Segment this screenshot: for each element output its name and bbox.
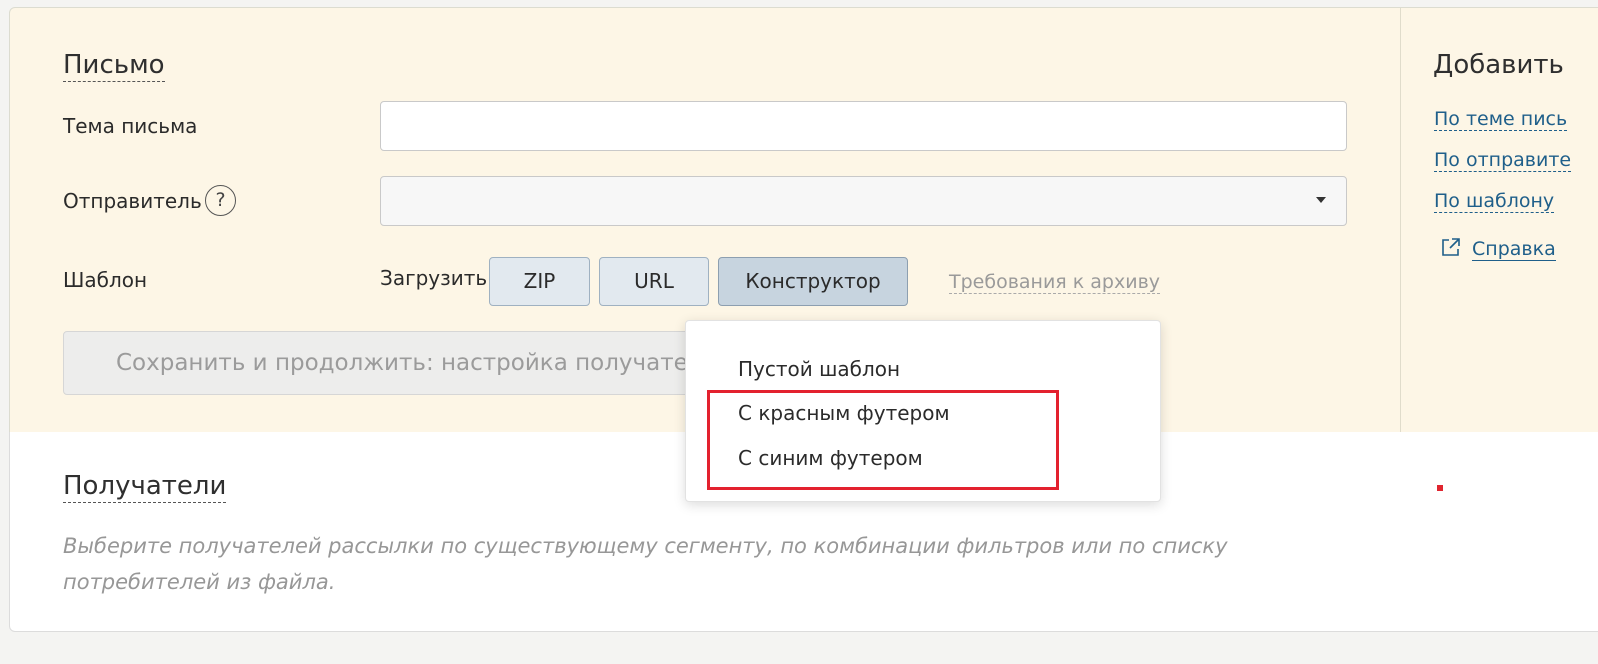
menu-item-empty-template[interactable]: Пустой шаблон [738, 357, 900, 381]
sender-label: Отправитель [63, 189, 202, 213]
letter-section-title[interactable]: Письмо [63, 50, 165, 82]
save-continue-button[interactable]: Сохранить и продолжить: настройка получа… [63, 331, 703, 395]
add-by-sender-link[interactable]: По отправите [1434, 149, 1572, 172]
subject-input[interactable] [380, 101, 1347, 151]
sender-select[interactable] [380, 176, 1347, 226]
panel-divider [1400, 8, 1401, 432]
red-marker [1437, 485, 1443, 491]
highlight-box [707, 390, 1059, 490]
help-link[interactable]: Справка [1440, 236, 1556, 261]
external-link-icon [1442, 238, 1460, 256]
url-button[interactable]: URL [599, 257, 709, 306]
recipients-description: Выберите получателей рассылки по существ… [63, 534, 1228, 594]
page: Письмо Тема письма Отправитель ? Шаблон … [0, 0, 1598, 664]
add-by-subject-link[interactable]: По теме пись [1434, 108, 1568, 131]
recipients-section-title[interactable]: Получатели [63, 471, 227, 503]
archive-requirements-link[interactable]: Требования к архиву [949, 271, 1161, 294]
add-by-template-link[interactable]: По шаблону [1434, 190, 1555, 213]
chevron-down-icon [1316, 197, 1326, 203]
subject-label: Тема письма [63, 114, 198, 138]
add-panel-title: Добавить [1433, 50, 1564, 80]
template-label: Шаблон [63, 268, 148, 292]
zip-button[interactable]: ZIP [489, 257, 590, 306]
upload-label: Загрузить [380, 266, 488, 290]
help-icon[interactable]: ? [205, 185, 236, 216]
help-link-label: Справка [1472, 238, 1556, 261]
constructor-button[interactable]: Конструктор [718, 257, 908, 306]
